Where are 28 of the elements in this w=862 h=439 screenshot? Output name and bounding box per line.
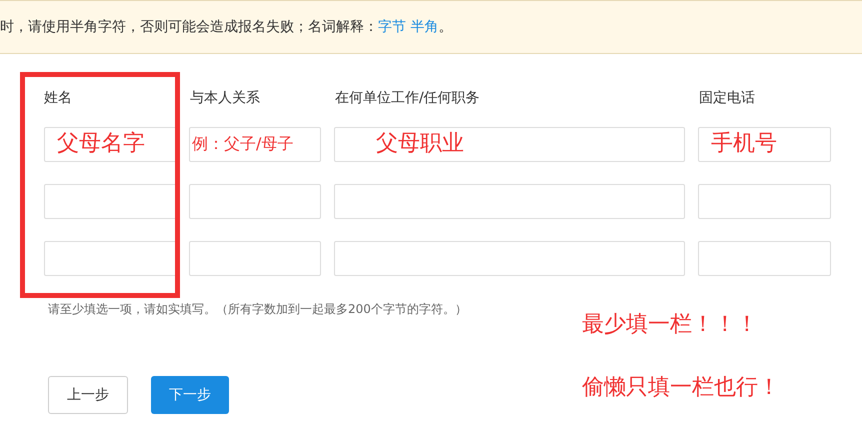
term-link[interactable]: 半角 bbox=[410, 18, 438, 34]
input-field[interactable] bbox=[698, 184, 831, 219]
input-field[interactable] bbox=[334, 241, 685, 276]
notice-text: 时，请使用半角字符，否则可能会造成报名失败；名词解释：字节 半角。 bbox=[0, 18, 452, 36]
input-field[interactable]: 例：父子/母子 bbox=[189, 127, 321, 162]
handwritten-note: 偷懒只填一栏也行！ bbox=[582, 374, 780, 402]
next-button[interactable]: 下一步 bbox=[151, 376, 229, 414]
column-header: 姓名 bbox=[44, 90, 72, 106]
input-field[interactable] bbox=[44, 184, 178, 219]
input-field[interactable] bbox=[334, 184, 685, 219]
handwritten-note: 最少填一栏！！！ bbox=[582, 311, 759, 339]
input-field[interactable] bbox=[44, 241, 178, 276]
handwritten-note: 父母职业 bbox=[376, 132, 464, 156]
input-field[interactable]: 父母职业 bbox=[334, 127, 685, 162]
handwritten-note: 例：父子/母子 bbox=[192, 135, 294, 153]
column-header: 固定电话 bbox=[699, 90, 755, 106]
input-field[interactable] bbox=[189, 184, 321, 219]
input-field[interactable] bbox=[698, 241, 831, 276]
back-button[interactable]: 上一步 bbox=[48, 376, 128, 414]
handwritten-note: 父母名字 bbox=[57, 132, 145, 156]
handwritten-note: 手机号 bbox=[711, 132, 777, 156]
input-field[interactable] bbox=[189, 241, 321, 276]
term-link[interactable]: 字节 bbox=[378, 18, 406, 34]
input-field[interactable]: 手机号 bbox=[698, 127, 831, 162]
input-field[interactable]: 父母名字 bbox=[44, 127, 178, 162]
hint-text: 请至少填选一项，请如实填写。（所有字数加到一起最多200个字节的字符。） bbox=[48, 301, 467, 318]
column-header: 在何单位工作/任何职务 bbox=[335, 90, 480, 106]
column-header: 与本人关系 bbox=[190, 90, 260, 106]
